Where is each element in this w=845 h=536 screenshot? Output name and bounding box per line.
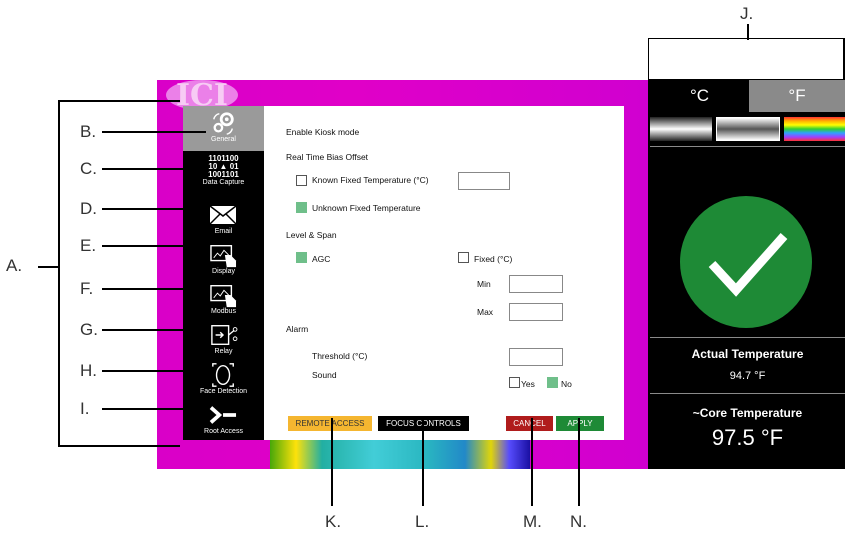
actual-temperature-value: 94.7 °F	[729, 370, 766, 382]
callout-label-g: G.	[80, 320, 98, 339]
divider	[650, 146, 845, 147]
bracket-line-a	[58, 100, 60, 447]
sidebar-item-label: Relay	[214, 348, 233, 355]
callout-label-j: J.	[740, 4, 754, 23]
modbus-touch-icon	[210, 285, 237, 308]
sidebar-item-relay[interactable]: Relay	[183, 318, 264, 358]
sound-yes-checkbox[interactable]	[509, 377, 520, 388]
callout-line-g	[102, 329, 206, 331]
divider	[650, 337, 845, 338]
sidebar-item-general[interactable]: General	[183, 106, 264, 151]
checkmark-icon	[708, 233, 788, 297]
sidebar-item-label: Modbus	[211, 308, 236, 315]
unit-fahrenheit-button[interactable]: °F	[749, 80, 845, 112]
callout-label-b: B.	[80, 122, 97, 141]
sidebar-item-label: Display	[212, 268, 235, 275]
callout-label-f: F.	[80, 279, 94, 298]
relay-icon	[211, 325, 238, 345]
bracket-line-a-top	[58, 100, 180, 102]
callout-label-c: C.	[80, 159, 97, 178]
status-indicator	[680, 196, 812, 328]
terminal-prompt-icon	[209, 406, 237, 424]
callout-line-e	[102, 245, 206, 247]
top-blank-area	[648, 38, 844, 80]
palette-rainbow[interactable]	[784, 117, 845, 141]
sidebar-item-email[interactable]: Email	[183, 198, 264, 238]
level-span-heading: Level & Span	[286, 230, 337, 240]
max-input[interactable]	[509, 303, 563, 321]
core-temperature-label: ~Core Temperature	[692, 406, 803, 420]
alarm-heading: Alarm	[286, 324, 309, 334]
callout-label-i: I.	[80, 399, 90, 418]
unknown-fixed-temp-label: Unknown Fixed Temperature	[312, 203, 421, 213]
bracket-line-a-bottom	[58, 445, 180, 447]
callout-label-m: M.	[523, 512, 542, 531]
sidebar-item-data-capture[interactable]: 1101100 10 ▲ 01 1001101 Data Capture	[183, 153, 264, 193]
sound-label: Sound	[312, 370, 337, 380]
core-temperature-value: 97.5 °F	[711, 425, 784, 450]
sidebar-item-label: Face Detection	[199, 388, 248, 395]
callout-line-c	[102, 168, 206, 170]
callout-line-n	[578, 418, 580, 506]
binary-text: 1001101	[208, 170, 239, 179]
settings-sidebar: General 1101100 10 ▲ 01 1001101 Data Cap…	[183, 106, 264, 440]
callout-line-j	[747, 24, 749, 40]
palette-grayscale-dark[interactable]	[650, 117, 712, 141]
unknown-fixed-temp-checkbox[interactable]	[296, 202, 307, 213]
callout-label-k: K.	[325, 512, 342, 531]
bracket-line-a-stem	[38, 266, 58, 268]
sidebar-item-root-access[interactable]: Root Access	[183, 398, 264, 438]
sidebar-item-label: Email	[214, 228, 233, 235]
callout-line-b	[102, 131, 206, 133]
known-fixed-temp-label: Known Fixed Temperature (°C)	[312, 175, 429, 185]
sound-yes-label: Yes	[521, 379, 535, 389]
sound-no-label: No	[561, 379, 572, 389]
callout-line-i	[102, 408, 206, 410]
callout-label-a: A.	[6, 256, 23, 275]
bias-offset-heading: Real Time Bias Offset	[286, 152, 369, 162]
callout-label-h: H.	[80, 361, 97, 380]
general-settings-panel: Enable Kiosk mode Real Time Bias Offset …	[264, 106, 624, 440]
callout-label-e: E.	[80, 236, 97, 255]
sound-no-checkbox[interactable]	[547, 377, 558, 388]
known-fixed-temp-input[interactable]	[458, 172, 510, 190]
threshold-input[interactable]	[509, 348, 563, 366]
fixed-label: Fixed (°C)	[474, 254, 513, 264]
face-scan-icon	[212, 363, 234, 387]
kiosk-mode-option[interactable]: Enable Kiosk mode	[286, 127, 359, 137]
sidebar-item-modbus[interactable]: Modbus	[183, 278, 264, 318]
max-label: Max	[477, 307, 494, 317]
callout-line-k	[331, 418, 333, 506]
palette-grayscale-light[interactable]	[716, 117, 780, 141]
sidebar-item-label: Data Capture	[202, 179, 245, 186]
min-label: Min	[477, 279, 491, 289]
envelope-icon	[209, 205, 237, 225]
remote-access-button[interactable]: REMOTE ACCESS	[288, 416, 372, 431]
callout-line-m	[531, 418, 533, 506]
known-fixed-temp-checkbox[interactable]	[296, 175, 307, 186]
callout-label-l: L.	[415, 512, 430, 531]
sidebar-item-label: General	[211, 136, 236, 143]
unit-celsius-button[interactable]: °C	[650, 80, 749, 112]
agc-label: AGC	[312, 254, 331, 264]
sidebar-item-face-detection[interactable]: Face Detection	[183, 358, 264, 398]
fixed-checkbox[interactable]	[458, 252, 469, 263]
thermal-image-hotspot	[270, 440, 530, 469]
min-input[interactable]	[509, 275, 563, 293]
apply-button[interactable]: APPLY	[556, 416, 604, 431]
divider	[650, 393, 845, 394]
callout-line-l	[422, 418, 424, 506]
callout-line-f	[102, 288, 206, 290]
binary-person-icon: 1101100 10 ▲ 01 1001101	[183, 155, 264, 179]
cancel-button[interactable]: CANCEL	[506, 416, 553, 431]
callout-line-d	[102, 208, 206, 210]
callout-label-n: N.	[570, 512, 587, 531]
threshold-label: Threshold (°C)	[312, 351, 368, 361]
sidebar-item-display[interactable]: Display	[183, 238, 264, 278]
agc-checkbox[interactable]	[296, 252, 307, 263]
callout-label-d: D.	[80, 199, 97, 218]
actual-temperature-label: Actual Temperature	[691, 347, 804, 361]
sidebar-item-label: Root Access	[204, 428, 243, 435]
callout-line-h	[102, 370, 206, 372]
